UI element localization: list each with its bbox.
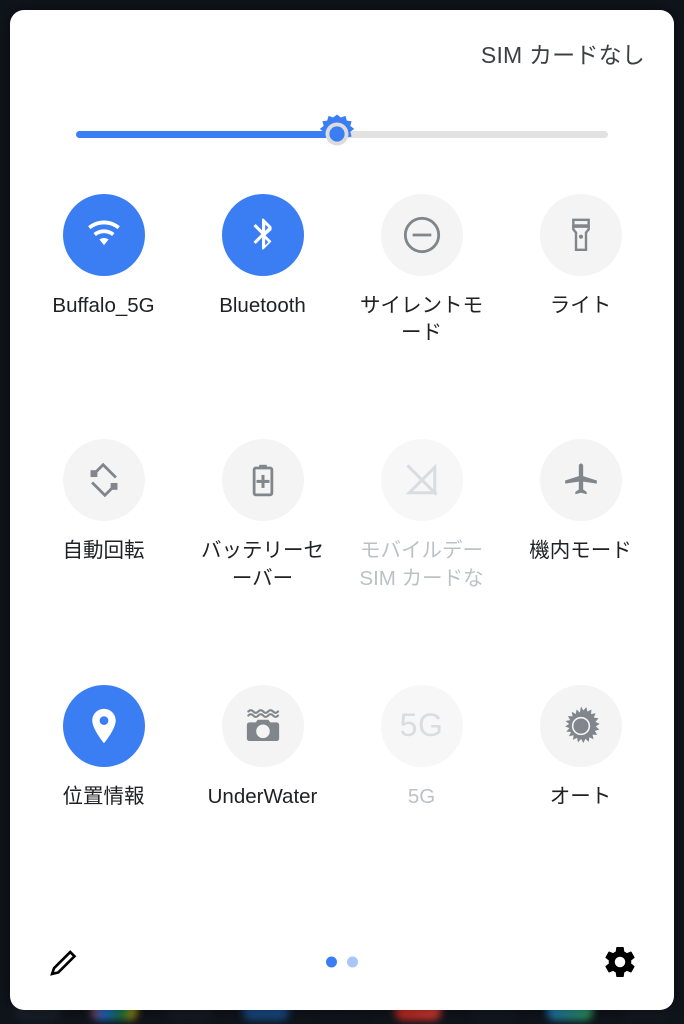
brightness-slider[interactable] [76,114,608,154]
underwater-camera-icon [246,708,279,741]
mobile-data-off-icon [405,463,438,496]
tile-label: ライト [549,294,612,317]
tile-icon-container [62,439,145,522]
brightness-slider-fill [76,130,337,138]
quick-settings-footer [10,914,674,1010]
edit-tiles-button[interactable] [38,936,90,988]
carrier-status-label: SIM カードなし [480,42,645,68]
tile-label: UnderWater [207,784,318,808]
brightness-slider-thumb[interactable] [315,112,359,156]
tile-auto-rotate[interactable]: 自動回転 [24,423,183,668]
tile-silent-mode[interactable]: サイレントモード [342,178,501,423]
tile-icon-container [380,194,463,276]
5g-text-icon: 5G [399,707,444,744]
sun-icon [564,706,600,743]
tile-icon-container [539,439,622,522]
page-dot-2[interactable] [347,956,358,968]
quick-settings-panel: SIM カードなし Buffalo_5G Bluetooth サイレントモード … [10,10,674,1010]
tile-bluetooth[interactable]: Bluetooth [183,178,342,423]
do-not-disturb-icon [403,216,440,254]
location-pin-icon [91,708,116,743]
tile-icon-container: 5G [380,684,463,767]
tile-location[interactable]: 位置情報 [24,669,183,914]
brightness-row [10,96,674,172]
tile-icon-container [62,194,145,276]
tile-label: Buffalo_5G [52,294,155,317]
tile-icon-container [221,194,304,276]
page-indicator-dots [10,956,674,968]
tile-icon-container [62,684,145,767]
tile-label: 位置情報 [62,784,145,808]
tile-5g[interactable]: 5G 5G [342,669,501,914]
quick-settings-tile-grid: Buffalo_5G Bluetooth サイレントモード ライト 自動回転 バ… [10,172,674,914]
tile-icon-container [539,684,622,767]
tile-airplane-mode[interactable]: 機内モード [501,423,660,668]
tile-label: サイレントモード [360,294,483,345]
tile-label: バッテリーセーバー [201,539,324,590]
settings-button[interactable] [594,936,646,988]
tile-icon-container [221,684,304,767]
tile-label: 機内モード [529,539,632,563]
tile-label: Bluetooth [219,294,306,317]
tile-label: 5G [407,784,436,808]
tile-underwater[interactable]: UnderWater [183,669,342,914]
auto-rotate-icon [90,463,117,498]
gear-settings-icon [605,946,635,977]
tile-icon-container [539,194,622,276]
flashlight-icon [571,218,590,252]
tile-battery-saver[interactable]: バッテリーセーバー [183,423,342,668]
tile-mobile-data[interactable]: モバイルデー SIM カードな [342,423,501,668]
tile-icon-container [380,439,463,522]
page-dot-1[interactable] [326,956,337,968]
tile-wifi[interactable]: Buffalo_5G [24,178,183,423]
tile-icon-container [221,439,304,522]
pencil-edit-icon [50,950,77,976]
wifi-icon [87,220,120,246]
tile-auto-brightness[interactable]: オート [501,669,660,914]
airplane-icon [564,463,597,495]
status-row: SIM カードなし [10,10,674,96]
bluetooth-icon [253,218,271,250]
battery-plus-icon [252,465,273,497]
sun-brightness-icon [319,114,354,146]
tile-flashlight[interactable]: ライト [501,178,660,423]
tile-label: 自動回転 [62,539,145,563]
tile-label: モバイルデー SIM カードな [359,539,484,590]
tile-label: オート [549,784,612,808]
